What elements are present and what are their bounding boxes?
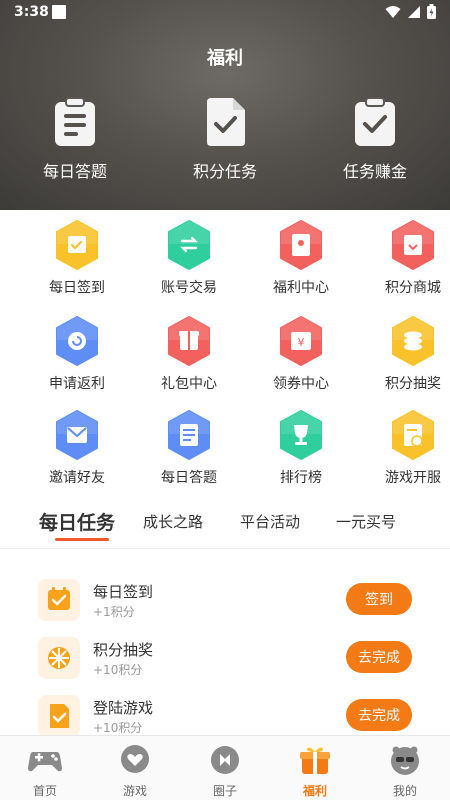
grid-item-label: 每日答题 — [161, 470, 217, 486]
grid-item[interactable]: ¥ 领券中心 — [245, 316, 357, 393]
exchange-icon — [168, 220, 210, 270]
wifi-icon — [385, 5, 401, 18]
feature-points-task[interactable]: 积分任务 — [160, 96, 290, 182]
feature-label: 积分任务 — [192, 162, 257, 181]
feature-earn-gold[interactable]: 任务赚金 — [310, 96, 440, 182]
task-row: 积分抽奖 +10积分 去完成 — [0, 633, 450, 685]
nav-label: 圈子 — [212, 784, 237, 798]
grid-item-label: 游戏开服 — [385, 470, 441, 486]
grid-item-label: 邀请好友 — [49, 470, 105, 486]
notification-icon — [52, 5, 66, 19]
calendar-check-icon — [56, 220, 98, 270]
tab-growth-path[interactable]: 成长之路 — [143, 511, 203, 532]
grid-item-label: 领券中心 — [273, 376, 329, 392]
nav-games[interactable]: 游戏 — [95, 744, 175, 799]
status-bar: 3:38 — [0, 0, 450, 26]
nav-label: 福利 — [302, 784, 327, 798]
status-icons — [385, 4, 436, 19]
grid-item-label: 排行榜 — [280, 470, 322, 486]
nav-community[interactable]: 圈子 — [185, 744, 265, 799]
task-row: 每日签到 +1积分 签到 — [0, 575, 450, 627]
go-complete-button[interactable]: 去完成 — [346, 641, 412, 673]
task-reward: +10积分 — [93, 721, 143, 735]
feature-daily-quiz[interactable]: 每日答题 — [10, 96, 140, 182]
signal-icon — [408, 5, 420, 18]
clipboard-check-icon — [355, 97, 395, 146]
gamepad-icon — [28, 752, 62, 772]
feature-label: 任务赚金 — [342, 162, 407, 181]
document-check-icon — [207, 98, 245, 146]
grid-item[interactable]: 申请返利 — [21, 316, 133, 393]
refund-icon — [56, 316, 98, 366]
calendar-check-icon — [38, 579, 80, 621]
grid-item[interactable]: 每日答题 — [133, 410, 245, 487]
grid-item-label: 礼包中心 — [161, 376, 217, 392]
nav-profile[interactable]: 我的 — [365, 744, 445, 799]
tab-daily-tasks[interactable]: 每日任务 — [39, 508, 115, 535]
heart-bubble-icon — [121, 745, 149, 773]
nav-home[interactable]: 首页 — [5, 744, 85, 799]
clipboard-list-icon — [55, 97, 95, 146]
grid-item-label: 积分抽奖 — [385, 376, 441, 392]
grid-item-label: 福利中心 — [273, 280, 329, 296]
grid-item[interactable]: 礼包中心 — [133, 316, 245, 393]
status-time: 3:38 — [14, 4, 49, 20]
chat-circle-icon — [211, 746, 239, 774]
grid-item-label: 申请返利 — [49, 376, 105, 392]
gift-icon — [300, 747, 330, 774]
grid-item-label: 账号交易 — [161, 280, 217, 296]
sign-in-button[interactable]: 签到 — [346, 583, 412, 615]
grid-item[interactable]: 积分商城 — [357, 220, 450, 297]
gift-package-icon — [168, 316, 210, 366]
grid-item[interactable]: 福利中心 — [245, 220, 357, 297]
lottery-wheel-icon — [38, 637, 80, 679]
header-banner: 3:38 福利 每日答题 积分任务 任务赚金 — [0, 0, 450, 210]
task-title: 登陆游戏 — [93, 699, 154, 717]
nav-label: 游戏 — [122, 784, 147, 798]
grid-item[interactable]: 排行榜 — [245, 410, 357, 487]
server-calendar-icon — [392, 410, 434, 460]
tab-platform-events[interactable]: 平台活动 — [240, 511, 300, 532]
grid-item-label: 每日签到 — [49, 280, 105, 296]
battery-icon — [427, 4, 436, 19]
gift-box-icon — [392, 220, 434, 270]
active-tab-indicator — [55, 538, 109, 541]
tab-one-yuan-account[interactable]: 一元买号 — [336, 511, 396, 532]
red-envelope-icon — [280, 220, 322, 270]
coin-stack-icon — [392, 316, 434, 366]
invite-mail-icon — [56, 410, 98, 460]
nav-label: 我的 — [392, 784, 417, 798]
feature-label: 每日答题 — [42, 162, 107, 181]
grid-item[interactable]: 积分抽奖 — [357, 316, 450, 393]
coupon-icon: ¥ — [280, 316, 322, 366]
avatar-face-icon — [391, 746, 419, 775]
nav-label: 首页 — [32, 784, 57, 798]
task-reward: +10积分 — [93, 663, 143, 677]
page-title: 福利 — [207, 48, 243, 69]
document-check-icon — [38, 695, 80, 737]
svg-text:¥: ¥ — [298, 336, 305, 349]
go-complete-button[interactable]: 去完成 — [346, 699, 412, 731]
grid-item[interactable]: 游戏开服 — [357, 410, 450, 487]
grid-item-label: 积分商城 — [385, 280, 441, 296]
grid-item[interactable]: 账号交易 — [133, 220, 245, 297]
task-title: 积分抽奖 — [93, 641, 154, 659]
grid-item[interactable]: 每日签到 — [21, 220, 133, 297]
quiz-sheet-icon — [168, 410, 210, 460]
task-reward: +1积分 — [93, 605, 135, 619]
task-tabs: 每日任务 成长之路 平台活动 一元买号 — [0, 505, 450, 549]
task-title: 每日签到 — [93, 583, 154, 601]
trophy-icon — [280, 410, 322, 460]
bottom-nav: 首页 游戏 圈子 福利 我的 — [0, 735, 450, 800]
grid-item[interactable]: 邀请好友 — [21, 410, 133, 487]
nav-welfare[interactable]: 福利 — [275, 744, 355, 799]
